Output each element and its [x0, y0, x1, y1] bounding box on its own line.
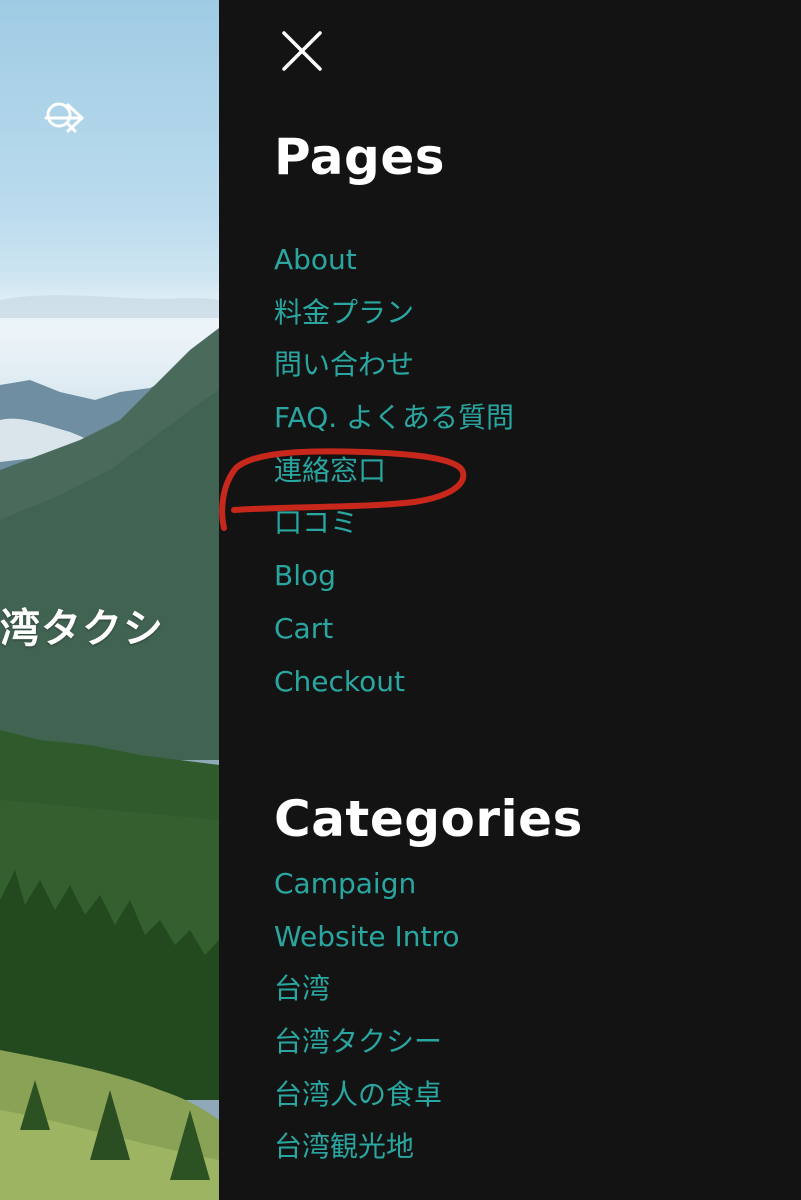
pages-menu: About 料金プラン 問い合わせ FAQ. よくある質問 連絡窓口 口コミ B…	[274, 234, 514, 708]
page-link-about[interactable]: About	[274, 234, 514, 287]
page-link-cart[interactable]: Cart	[274, 603, 514, 656]
page-link-blog[interactable]: Blog	[274, 550, 514, 603]
side-drawer: Pages About 料金プラン 問い合わせ FAQ. よくある質問 連絡窓口…	[219, 0, 801, 1200]
categories-menu: Campaign Website Intro 台湾 台湾タクシー 台湾人の食卓 …	[274, 858, 460, 1174]
category-link-campaign[interactable]: Campaign	[274, 858, 460, 911]
page-link-contact[interactable]: 連絡窓口	[274, 445, 514, 498]
page-link-inquiry[interactable]: 問い合わせ	[274, 339, 514, 392]
hero-title: 湾タクシ	[0, 606, 164, 652]
page-link-pricing[interactable]: 料金プラン	[274, 287, 514, 340]
category-link-website-intro[interactable]: Website Intro	[274, 911, 460, 964]
page-link-checkout[interactable]: Checkout	[274, 656, 514, 709]
close-button[interactable]	[279, 28, 325, 74]
category-link-taiwan-table[interactable]: 台湾人の食卓	[274, 1069, 460, 1122]
category-link-taiwan-taxi[interactable]: 台湾タクシー	[274, 1016, 460, 1069]
arrow-right-icon[interactable]	[44, 100, 154, 136]
close-icon	[282, 31, 322, 71]
categories-heading: Categories	[274, 790, 583, 848]
category-link-taiwan-sights[interactable]: 台湾観光地	[274, 1121, 460, 1174]
page-link-faq[interactable]: FAQ. よくある質問	[274, 392, 514, 445]
category-link-taiwan[interactable]: 台湾	[274, 963, 460, 1016]
pages-heading: Pages	[274, 128, 446, 186]
hero-background: 湾タクシ	[0, 0, 219, 1200]
page-link-reviews[interactable]: 口コミ	[274, 497, 514, 550]
